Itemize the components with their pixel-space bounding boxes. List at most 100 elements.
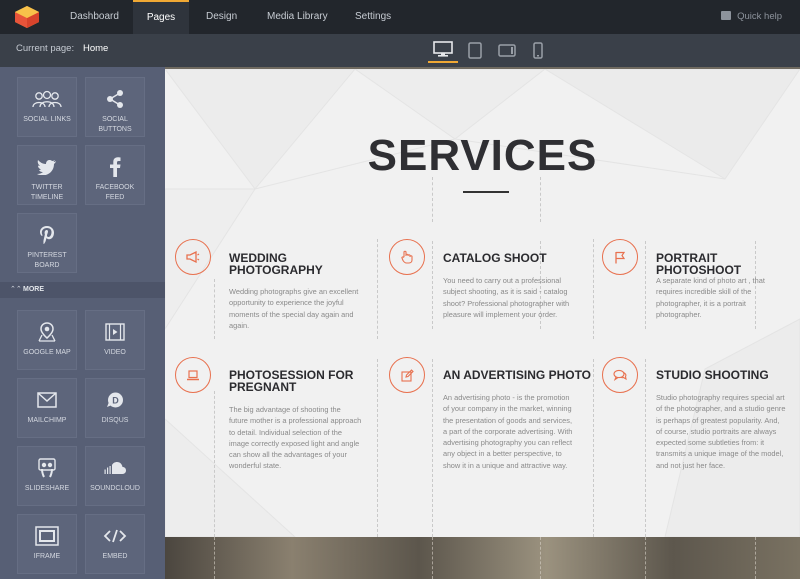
quick-help-link[interactable]: Quick help	[721, 0, 782, 34]
tile-label: DISQUS	[101, 417, 129, 424]
nav-settings[interactable]: Settings	[355, 0, 391, 34]
share-icon	[107, 90, 123, 108]
column-guide	[214, 391, 215, 537]
service-title: CATALOG SHOOT	[443, 251, 547, 265]
disqus-icon: D	[107, 392, 123, 408]
column-guide	[540, 177, 541, 222]
facebook-icon	[110, 157, 121, 177]
widget-sidebar: SOCIAL LINKS SOCIAL BUTTONS TWITTER TIME…	[0, 67, 165, 579]
book-icon	[721, 11, 732, 20]
laptop-icon	[175, 357, 211, 393]
column-guide	[540, 537, 541, 579]
service-title: PHOTOSESSION FOR PREGNANT	[229, 368, 354, 394]
column-guide	[432, 359, 433, 537]
column-guide	[645, 359, 646, 537]
top-navigation-bar: Dashboard Pages Design Media Library Set…	[0, 0, 800, 34]
forest-background-section[interactable]	[165, 537, 800, 579]
widget-video[interactable]: VIDEO	[85, 310, 145, 370]
service-description: The big advantage of shooting the future …	[229, 405, 362, 471]
widget-social-links[interactable]: SOCIAL LINKS	[17, 77, 77, 137]
column-guide	[645, 537, 646, 579]
iframe-icon	[35, 526, 59, 546]
title-divider	[463, 191, 509, 193]
twitter-icon	[37, 160, 56, 175]
tablet-view-button[interactable]	[460, 37, 490, 63]
services-section[interactable]: SERVICES WEDDING PHOTOGRAPHY Wedding phot…	[165, 69, 800, 537]
mail-icon	[37, 392, 57, 408]
page-toolbar: Current page: Home	[0, 34, 800, 67]
tablet-icon	[468, 41, 482, 59]
tile-label: VIDEO	[104, 349, 126, 356]
tile-label: SLIDESHARE	[24, 485, 70, 492]
video-icon	[105, 323, 125, 341]
widget-embed[interactable]: EMBED	[85, 514, 145, 574]
mobile-icon	[533, 41, 543, 59]
nav-dashboard[interactable]: Dashboard	[70, 0, 119, 34]
chat-icon	[602, 357, 638, 393]
widget-google-map[interactable]: GOOGLE MAP	[17, 310, 77, 370]
nav-design[interactable]: Design	[206, 0, 237, 34]
column-guide	[214, 279, 215, 339]
widget-twitter-timeline[interactable]: TWITTER TIMELINE	[17, 145, 77, 205]
mobile-view-button[interactable]	[523, 37, 553, 63]
widget-facebook-feed[interactable]: FACEBOOK FEED	[85, 145, 145, 205]
service-description: An advertising photo - is the promotion o…	[443, 393, 573, 470]
column-guide	[593, 239, 594, 339]
chevron-up-icon: ⌃⌃	[10, 286, 22, 293]
column-guide	[432, 177, 433, 222]
desktop-icon	[433, 41, 453, 57]
tile-label: FACEBOOK FEED	[95, 184, 135, 201]
tile-label: GOOGLE MAP	[23, 349, 71, 356]
service-description: A separate kind of photo art , that requi…	[656, 276, 765, 319]
quick-help-label: Quick help	[737, 11, 782, 22]
page-title: SERVICES	[367, 131, 598, 180]
column-guide	[645, 241, 646, 329]
more-widgets-toggle[interactable]: ⌃⌃ MORE	[0, 282, 165, 298]
column-guide	[377, 359, 378, 537]
more-label: MORE	[23, 286, 44, 293]
widget-slideshare[interactable]: SLIDESHARE	[17, 446, 77, 506]
desktop-view-button[interactable]	[428, 37, 458, 63]
tile-label: EMBED	[102, 553, 128, 560]
tile-label: SOCIAL BUTTONS	[98, 116, 132, 133]
widget-social-buttons[interactable]: SOCIAL BUTTONS	[85, 77, 145, 137]
service-description: You need to carry out a professional subj…	[443, 276, 570, 319]
app-logo-icon[interactable]	[14, 5, 40, 29]
current-page-label: Current page:	[16, 43, 75, 54]
svg-text:D: D	[112, 396, 119, 406]
megaphone-icon	[175, 239, 211, 275]
map-pin-icon	[38, 322, 56, 342]
tile-label: MAILCHIMP	[27, 417, 67, 424]
nav-pages[interactable]: Pages	[133, 0, 189, 34]
column-guide	[214, 537, 215, 579]
service-title: AN ADVERTISING PHOTO	[443, 368, 592, 382]
edit-icon	[389, 357, 425, 393]
service-title: PORTRAIT PHOTOSHOOT	[656, 251, 742, 277]
tablet-landscape-icon	[498, 43, 516, 57]
tile-label: SOCIAL LINKS	[23, 116, 71, 123]
widget-soundcloud[interactable]: SOUNDCLOUD	[85, 446, 145, 506]
pinterest-icon	[40, 226, 54, 244]
widget-pinterest-board[interactable]: PINTEREST BOARD	[17, 213, 77, 273]
slideshare-icon	[38, 458, 56, 478]
soundcloud-icon	[104, 462, 126, 474]
hand-icon	[389, 239, 425, 275]
nav-media-library[interactable]: Media Library	[267, 0, 328, 34]
people-icon	[32, 90, 62, 108]
current-page-value[interactable]: Home	[83, 34, 108, 64]
tile-label: IFRAME	[33, 553, 61, 560]
tile-label: SOUNDCLOUD	[90, 485, 140, 492]
tile-label: TWITTER TIMELINE	[30, 184, 64, 201]
column-guide	[755, 537, 756, 579]
column-guide	[593, 359, 594, 537]
service-description: Studio photography requires special art o…	[656, 393, 786, 470]
service-title: STUDIO SHOOTING	[656, 368, 769, 382]
page-canvas: SERVICES WEDDING PHOTOGRAPHY Wedding phot…	[165, 67, 800, 579]
tablet-landscape-view-button[interactable]	[492, 37, 522, 63]
widget-disqus[interactable]: D DISQUS	[85, 378, 145, 438]
code-icon	[103, 529, 127, 543]
column-guide	[432, 537, 433, 579]
widget-mailchimp[interactable]: MAILCHIMP	[17, 378, 77, 438]
widget-iframe[interactable]: IFRAME	[17, 514, 77, 574]
column-guide	[432, 241, 433, 329]
